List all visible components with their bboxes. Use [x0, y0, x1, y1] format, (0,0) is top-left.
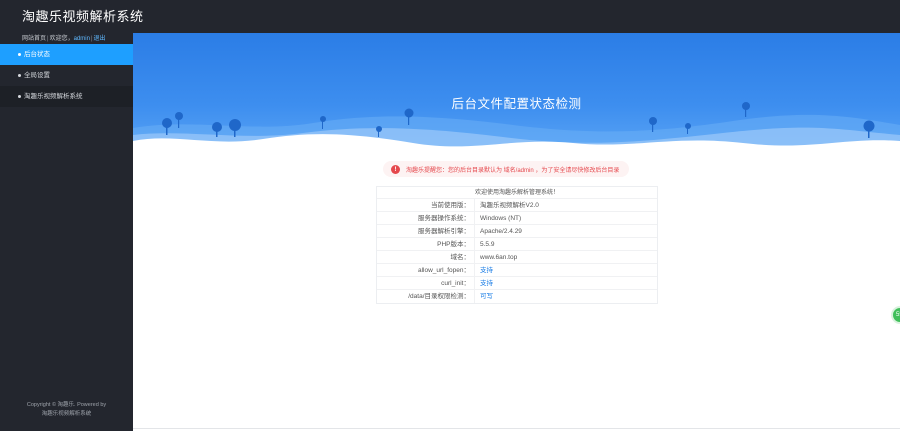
- table-row: 服务器解析引擎： Apache/2.4.29: [377, 225, 657, 238]
- sidebar-item-status[interactable]: 后台状态: [0, 44, 133, 65]
- welcome-text: 欢迎您，: [49, 36, 74, 42]
- row-label: /data/目录权限检测：: [377, 290, 475, 303]
- app-title: 淘趣乐视频解析系统: [22, 9, 144, 24]
- divider: [133, 428, 900, 429]
- separator: |: [47, 36, 49, 42]
- table-row: curl_init： 支持: [377, 277, 657, 290]
- row-label: 服务器解析引擎：: [377, 225, 475, 237]
- bullet-icon: [18, 73, 21, 77]
- row-value: 5.5.9: [480, 241, 495, 248]
- row-value: www.6an.top: [480, 254, 518, 261]
- banner-title: 后台文件配置状态检测: [451, 97, 582, 111]
- user-bar: 网站首页|欢迎您，admin|退出: [22, 33, 106, 43]
- sidebar-nav: 后台状态 全局设置 淘趣乐视频解析系统: [0, 44, 133, 107]
- copyright-line: Copyright © 淘趣乐. Powered by: [26, 402, 107, 408]
- table-row: PHP版本： 5.5.9: [377, 238, 657, 251]
- table-row: 当前使用版： 淘趣乐视频解析V2.0: [377, 199, 657, 212]
- row-label: 当前使用版：: [377, 199, 475, 211]
- top-header: 淘趣乐视频解析系统: [0, 0, 900, 33]
- row-value: 淘趣乐视频解析V2.0: [480, 202, 539, 209]
- row-label: 域名：: [377, 251, 475, 263]
- copyright: Copyright © 淘趣乐. Powered by 淘趣乐视频解析系统: [0, 401, 133, 419]
- system-info-table: 欢迎使用淘趣乐解析管理系统！ 当前使用版： 淘趣乐视频解析V2.0 服务器操作系…: [376, 186, 658, 304]
- row-label: allow_url_fopen：: [377, 264, 475, 276]
- sidebar-item-label: 后台状态: [24, 51, 50, 58]
- copyright-line: 淘趣乐视频解析系统: [41, 411, 92, 417]
- bullet-icon: [18, 52, 21, 56]
- sidebar-item-label: 全局设置: [24, 72, 50, 79]
- sidebar: 网站首页|欢迎您，admin|退出 后台状态 全局设置 淘趣乐视频解析系统 Co…: [0, 33, 133, 431]
- status-supported: 支持: [480, 280, 493, 287]
- row-label: PHP版本：: [377, 238, 475, 250]
- row-value: Apache/2.4.29: [480, 228, 522, 235]
- row-label: curl_init：: [377, 277, 475, 289]
- site-home-link[interactable]: 网站首页: [22, 36, 46, 42]
- table-row: 服务器操作系统： Windows (NT): [377, 212, 657, 225]
- username-link[interactable]: admin: [74, 36, 90, 42]
- table-row: /data/目录权限检测： 可写: [377, 290, 657, 303]
- sidebar-item-settings[interactable]: 全局设置: [0, 65, 133, 86]
- status-writable: 可写: [480, 293, 493, 300]
- logout-link[interactable]: 退出: [94, 36, 106, 42]
- separator: |: [90, 36, 93, 42]
- row-value: Windows (NT): [480, 215, 522, 222]
- banner: 后台文件配置状态检测: [133, 33, 900, 153]
- info-title: 欢迎使用淘趣乐解析管理系统！: [377, 187, 657, 199]
- alert-icon: !: [391, 164, 400, 174]
- table-row: allow_url_fopen： 支持: [377, 264, 657, 277]
- security-alert: ! 淘趣乐提醒您：您的后台目录默认为 域名/admin ，为了安全请尽快修改后台…: [383, 161, 630, 177]
- bullet-icon: [18, 94, 21, 98]
- status-supported: 支持: [480, 267, 493, 274]
- row-label: 服务器操作系统：: [377, 212, 475, 224]
- sidebar-item-system[interactable]: 淘趣乐视频解析系统: [0, 86, 133, 107]
- main-content: 后台文件配置状态检测 ! 淘趣乐提醒您：您的后台目录默认为 域名/admin ，…: [133, 33, 900, 431]
- table-row: 域名： www.6an.top: [377, 251, 657, 264]
- alert-text: 淘趣乐提醒您：您的后台目录默认为 域名/admin ，为了安全请尽快修改后台目录: [406, 167, 620, 174]
- sidebar-item-label: 淘趣乐视频解析系统: [24, 93, 83, 100]
